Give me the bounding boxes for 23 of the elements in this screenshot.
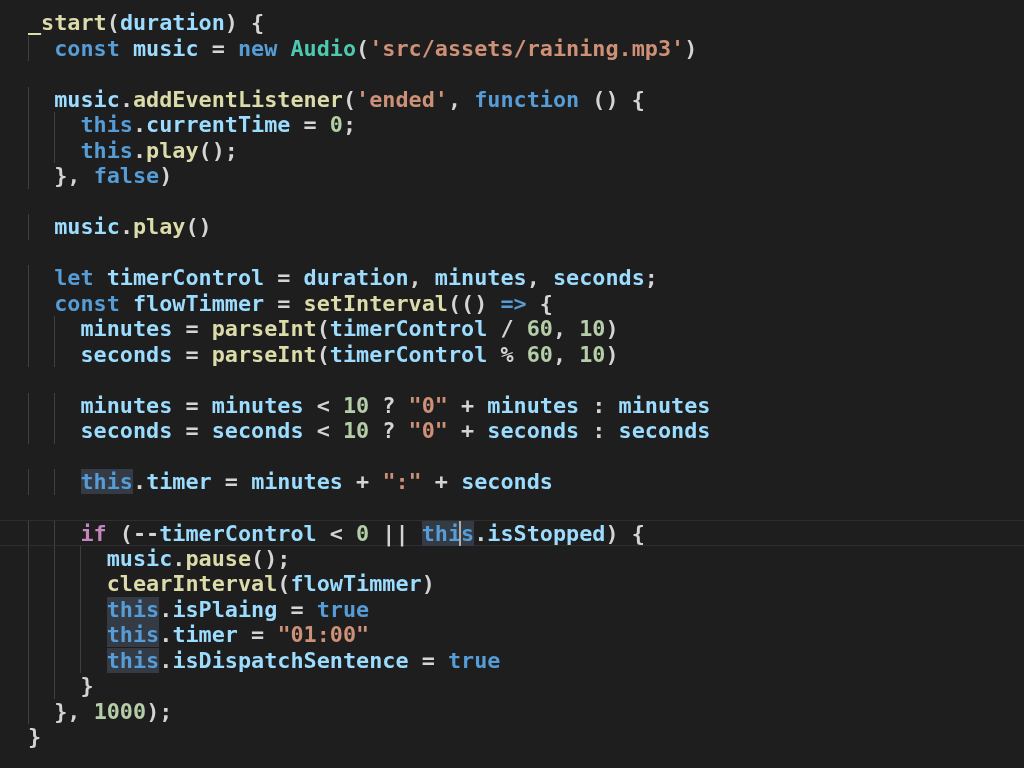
code-line: }, 1000);: [53, 698, 173, 724]
code-line: this.currentTime = 0;: [79, 112, 357, 137]
code-line: seconds = seconds < 10 ? "0" + seconds : seconds: [79, 418, 711, 443]
code-line: this.play();: [79, 137, 238, 163]
code-line: this.isDispatchSentence = true: [105, 647, 501, 673]
code-line: this.timer = minutes + ":" + seconds: [79, 469, 553, 494]
code-line: minutes = minutes < 10 ? "0" + minutes : minutes: [79, 392, 711, 418]
code-line: const music = new Audio('src/assets/raining.mp3'): [53, 35, 698, 61]
code-line: music.addEventListener('ended', function () {: [53, 86, 645, 112]
code-line: seconds = parseInt(timerControl % 60, 10): [79, 341, 619, 367]
code-line: }, false): [53, 163, 173, 188]
code-line: this.isPlaing = true: [105, 596, 370, 622]
code-line: let timerControl = duration, minutes, seconds;: [53, 265, 658, 290]
code-line: music.pause();: [105, 545, 291, 571]
code-line: _start(duration) {: [28, 10, 265, 35]
code-line: if (--timerControl < 0 || this.isStopped) {: [79, 521, 645, 546]
code-line: clearInterval(flowTimmer): [105, 571, 435, 596]
code-line: minutes = parseInt(timerControl / 60, 10): [79, 316, 619, 341]
code-line: const flowTimmer = setInterval(() => {: [53, 290, 553, 316]
code-line: this.timer = "01:00": [105, 622, 370, 647]
code-line: }: [79, 673, 94, 698]
code-line: music.play(): [53, 214, 212, 239]
code-line: }: [28, 724, 42, 749]
